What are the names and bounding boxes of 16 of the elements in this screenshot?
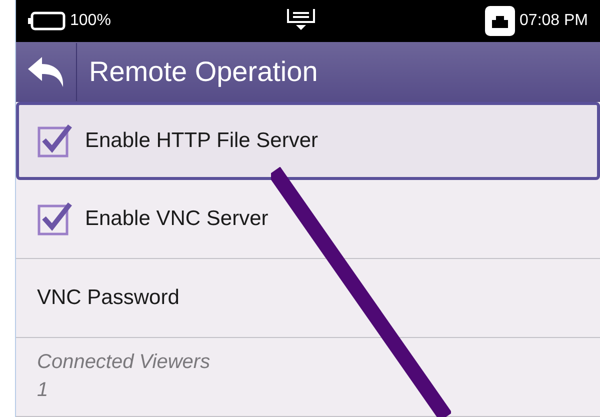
battery-level: 100% bbox=[70, 10, 111, 31]
settings-row[interactable]: VNC Password bbox=[16, 259, 600, 338]
setting-label: Enable HTTP File Server bbox=[85, 128, 318, 154]
info-value: 1 bbox=[37, 378, 48, 403]
info-label: Connected Viewers bbox=[37, 350, 210, 375]
setting-label: Enable VNC Server bbox=[85, 206, 268, 232]
ethernet-icon bbox=[484, 6, 515, 36]
checkbox[interactable] bbox=[37, 124, 73, 158]
clock-time: 07:08 PM bbox=[520, 10, 588, 31]
setting-label: VNC Password bbox=[37, 285, 180, 312]
settings-row[interactable]: Enable VNC Server bbox=[16, 180, 600, 259]
settings-row[interactable]: Enable HTTP File Server bbox=[16, 102, 600, 180]
checkbox[interactable] bbox=[37, 202, 73, 236]
screen-title: Remote Operation bbox=[89, 54, 318, 89]
back-arrow-icon bbox=[26, 54, 66, 89]
battery-icon bbox=[28, 10, 66, 31]
